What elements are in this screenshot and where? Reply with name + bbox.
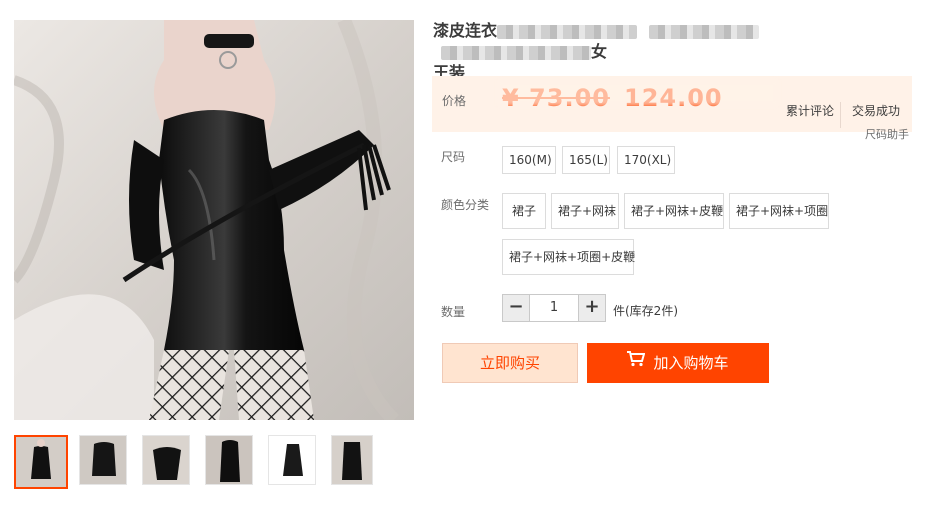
thumbnail-3[interactable] [142, 435, 190, 485]
size-option[interactable]: 170(XL) [617, 146, 675, 174]
title-redaction [497, 24, 638, 39]
size-helper-link[interactable]: 尺码助手 [865, 126, 909, 142]
thumbnail-4[interactable] [205, 435, 253, 485]
cart-icon [627, 342, 646, 382]
stock-text: 件(库存2件) [613, 304, 678, 318]
color-option[interactable]: 裙子+网袜+项圈 [729, 193, 829, 229]
price-panel: 价格 ¥ 73.00 124.00 累计评论 交易成功 [432, 76, 912, 132]
thumbnail-6[interactable] [331, 435, 373, 485]
color-option[interactable]: 裙子+网袜+皮鞭 [624, 193, 724, 229]
title-text-start: 漆皮连衣 [433, 21, 498, 40]
quantity-label: 数量 [441, 305, 466, 319]
product-title: 漆皮连衣女 王装 [433, 20, 913, 83]
quantity-input[interactable]: 1 [530, 294, 578, 322]
buy-now-button[interactable]: 立即购买 [442, 343, 578, 383]
color-option[interactable]: 裙子+网袜 [551, 193, 619, 229]
sales-count-label[interactable]: 交易成功 [852, 102, 900, 119]
thumbnail-1[interactable] [14, 435, 68, 489]
quantity-increase-button[interactable]: + [578, 294, 606, 322]
main-product-image[interactable] [14, 20, 414, 420]
add-to-cart-button[interactable]: 加入购物车 [587, 343, 769, 383]
size-option[interactable]: 165(L) [562, 146, 610, 174]
price-label: 价格 [442, 94, 467, 108]
title-text-end: 女 [591, 42, 608, 61]
color-label: 颜色分类 [441, 198, 490, 212]
stat-divider [840, 102, 841, 128]
product-photo [14, 20, 414, 420]
title-redaction [649, 24, 760, 39]
review-count-label[interactable]: 累计评论 [786, 102, 834, 119]
color-option[interactable]: 裙子+网袜+项圈+皮鞭 [502, 239, 635, 275]
thumbnail-5[interactable] [268, 435, 316, 485]
add-to-cart-label: 加入购物车 [653, 354, 729, 372]
quantity-decrease-button[interactable]: − [502, 294, 530, 322]
price-blur-overlay [498, 80, 778, 106]
title-redaction [441, 45, 591, 60]
size-label: 尺码 [441, 150, 466, 164]
thumbnail-2[interactable] [79, 435, 127, 485]
color-option[interactable]: 裙子 [502, 193, 546, 229]
size-option[interactable]: 160(M) [502, 146, 556, 174]
